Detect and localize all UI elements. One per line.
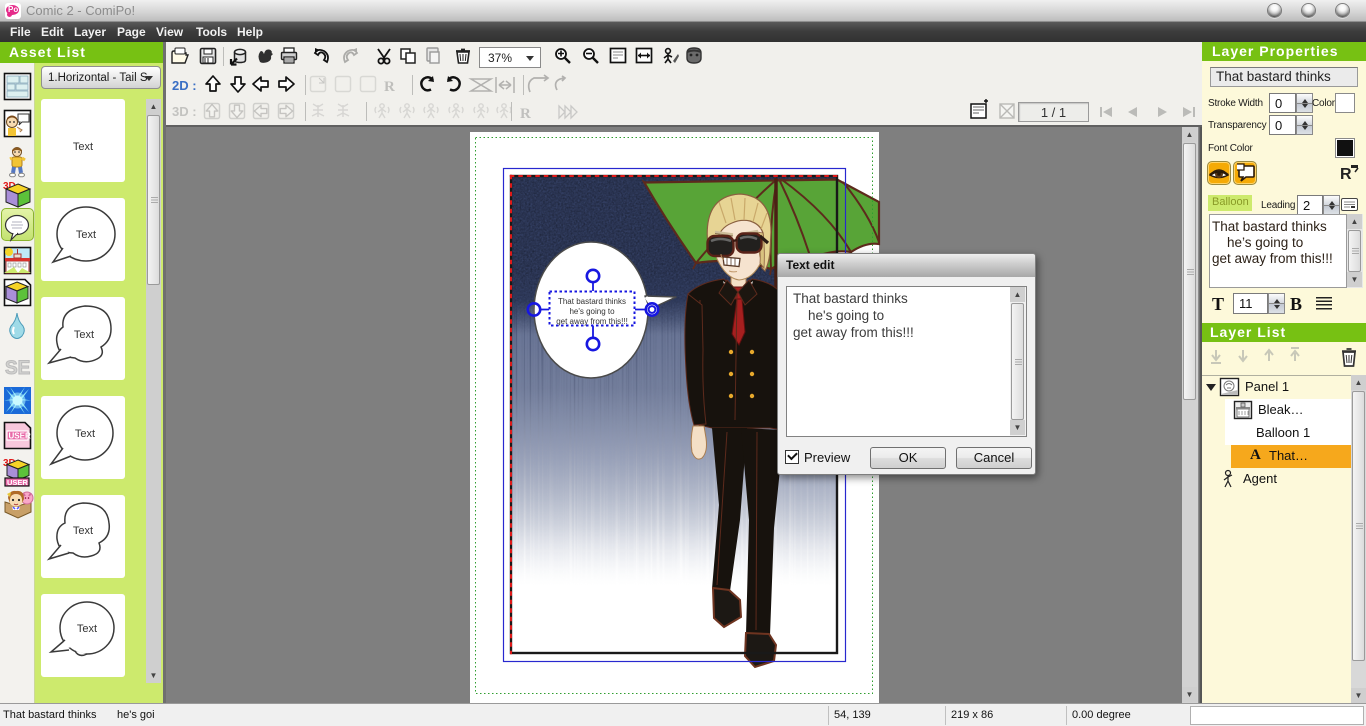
svg-text:R: R [1340, 166, 1352, 183]
svg-text:he's going to: he's going to [569, 307, 615, 316]
svg-text:Text: Text [75, 428, 95, 440]
svg-text:Text: Text [76, 229, 96, 241]
svg-text:Text: Text [73, 525, 93, 537]
svg-text:USER: USER [7, 478, 28, 487]
svg-text:SE: SE [5, 358, 30, 379]
svg-text:That bastard thinks: That bastard thinks [558, 297, 626, 306]
svg-text:R: R [384, 79, 395, 95]
svg-text:R: R [520, 106, 531, 122]
svg-text:USER: USER [9, 432, 31, 441]
svg-text:Text: Text [74, 329, 94, 341]
svg-text:Text: Text [77, 623, 97, 635]
